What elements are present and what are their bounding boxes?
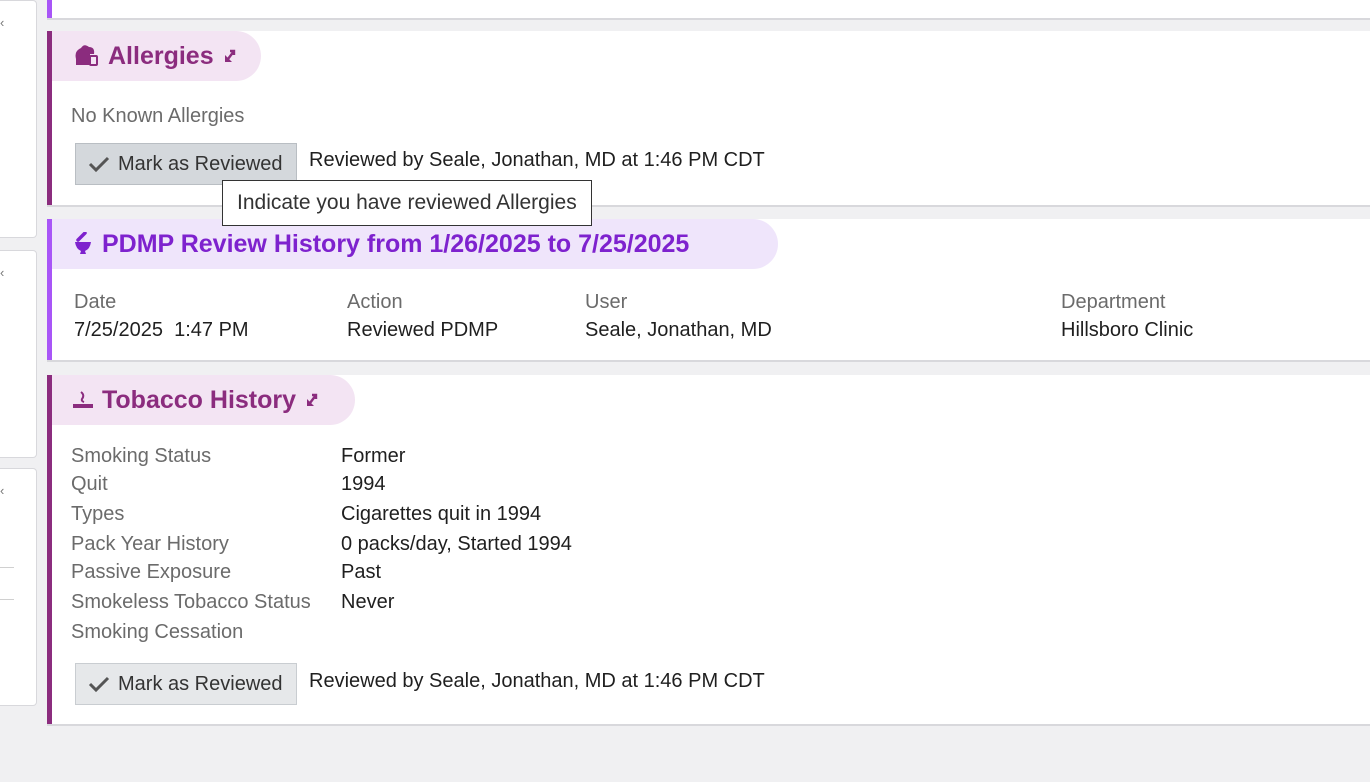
mortar-pestle-icon bbox=[75, 232, 91, 254]
column-header-action: Action bbox=[347, 291, 403, 313]
field-value-quit: 1994 bbox=[341, 473, 386, 495]
left-panel-card-2: ‹ bbox=[0, 250, 37, 458]
collapse-icon[interactable]: ‹ bbox=[0, 483, 4, 498]
reviewed-by-text: Reviewed by Seale, Jonathan, MD at 1:46 … bbox=[309, 670, 765, 692]
field-label-quit: Quit bbox=[71, 473, 108, 495]
divider bbox=[0, 567, 14, 568]
section-accent-bar bbox=[47, 0, 52, 18]
previous-section-card bbox=[47, 0, 1370, 20]
tobacco-title[interactable]: Tobacco History bbox=[102, 386, 296, 415]
tooltip: Indicate you have reviewed Allergies bbox=[222, 180, 592, 226]
cigarette-icon bbox=[73, 391, 93, 408]
cell-date: 7/25/2025 1:47 PM bbox=[74, 319, 249, 341]
left-panel-card-1: ‹ bbox=[0, 0, 37, 238]
cell-action: Reviewed PDMP bbox=[347, 319, 499, 341]
field-label-pack-year-history: Pack Year History bbox=[71, 533, 229, 555]
mark-as-reviewed-label: Mark as Reviewed bbox=[118, 672, 283, 695]
left-panel-card-3: ‹ bbox=[0, 468, 37, 706]
allergy-icon bbox=[75, 45, 98, 66]
collapse-icon[interactable]: ‹ bbox=[0, 265, 4, 280]
field-label-smokeless-tobacco-status: Smokeless Tobacco Status bbox=[71, 591, 311, 613]
column-header-department: Department bbox=[1061, 291, 1166, 313]
mark-as-reviewed-button[interactable]: Mark as Reviewed bbox=[75, 143, 297, 185]
page: ‹ ‹ ‹ Allergies No Known Allergies Mark … bbox=[0, 0, 1370, 782]
mark-as-reviewed-label: Mark as Reviewed bbox=[118, 152, 283, 175]
allergies-header[interactable]: Allergies bbox=[52, 31, 261, 81]
pdmp-section: PDMP Review History from 1/26/2025 to 7/… bbox=[47, 219, 1370, 362]
collapse-icon[interactable]: ‹ bbox=[0, 15, 4, 30]
tobacco-section: Tobacco History Smoking Status Former Qu… bbox=[47, 375, 1370, 726]
pdmp-header: PDMP Review History from 1/26/2025 to 7/… bbox=[52, 219, 778, 269]
divider bbox=[0, 599, 14, 600]
field-value-passive-exposure: Past bbox=[341, 561, 382, 583]
allergies-title[interactable]: Allergies bbox=[108, 42, 214, 71]
field-label-smoking-cessation: Smoking Cessation bbox=[71, 621, 244, 643]
cell-department: Hillsboro Clinic bbox=[1061, 319, 1194, 341]
reviewed-by-text: Reviewed by Seale, Jonathan, MD at 1:46 … bbox=[309, 149, 765, 171]
external-link-icon[interactable] bbox=[222, 49, 236, 63]
cell-user: Seale, Jonathan, MD bbox=[585, 319, 772, 341]
field-value-types: Cigarettes quit in 1994 bbox=[341, 503, 542, 525]
field-value-smoking-status: Former bbox=[341, 445, 406, 467]
column-header-date: Date bbox=[74, 291, 117, 313]
mark-as-reviewed-button[interactable]: Mark as Reviewed bbox=[75, 663, 297, 705]
field-label-types: Types bbox=[71, 503, 125, 525]
field-value-smokeless-tobacco-status: Never bbox=[341, 591, 395, 613]
pdmp-title: PDMP Review History from 1/26/2025 to 7/… bbox=[102, 229, 690, 258]
external-link-icon[interactable] bbox=[304, 393, 318, 407]
field-value-pack-year-history: 0 packs/day, Started 1994 bbox=[341, 533, 572, 555]
tobacco-header[interactable]: Tobacco History bbox=[52, 375, 355, 425]
allergy-status: No Known Allergies bbox=[71, 105, 245, 127]
checkmark-icon bbox=[88, 676, 110, 693]
checkmark-icon bbox=[88, 156, 110, 173]
column-header-user: User bbox=[585, 291, 628, 313]
field-label-smoking-status: Smoking Status bbox=[71, 445, 212, 467]
field-label-passive-exposure: Passive Exposure bbox=[71, 561, 232, 583]
section-accent-bar bbox=[47, 375, 52, 724]
